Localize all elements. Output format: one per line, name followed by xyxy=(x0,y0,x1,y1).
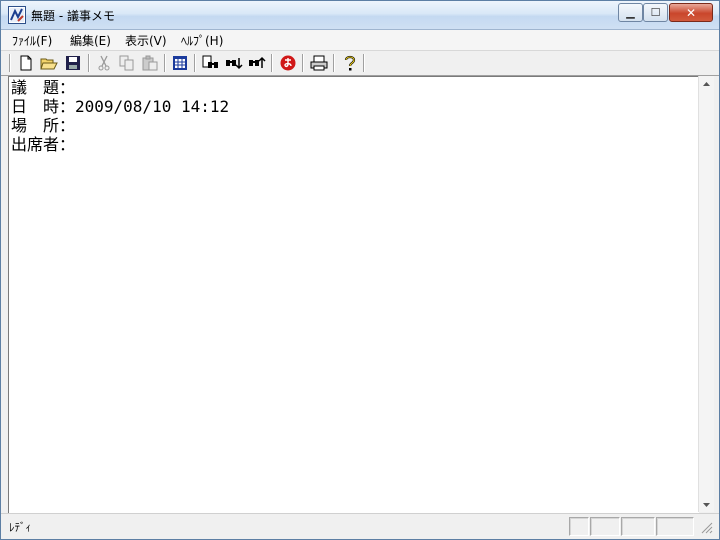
close-icon: ✕ xyxy=(685,5,697,20)
help-icon[interactable] xyxy=(341,54,359,72)
toolbar-separator xyxy=(164,54,166,72)
toolbar-separator xyxy=(302,54,304,72)
resize-grip-icon[interactable] xyxy=(701,522,713,534)
scroll-up-arrow-icon[interactable] xyxy=(699,76,714,91)
toolbar xyxy=(1,51,719,76)
window-title: 無題 - 議事メモ xyxy=(31,9,115,23)
new-file-icon[interactable] xyxy=(17,54,35,72)
editor-line-datetime: 日 時：2009/08/10 14:12 xyxy=(11,97,230,116)
cut-icon[interactable] xyxy=(95,54,113,72)
status-pane xyxy=(590,517,620,536)
status-pane xyxy=(656,517,694,536)
toolbar-separator xyxy=(88,54,90,72)
calendar-icon[interactable] xyxy=(171,54,189,72)
minimize-button[interactable]: ▁ xyxy=(618,3,643,22)
editor-line-place: 場 所： xyxy=(11,116,76,135)
print-icon[interactable] xyxy=(310,54,328,72)
maximize-button[interactable]: ☐ xyxy=(643,3,668,22)
menu-bar: ﾌｧｲﾙ(F) 編集(E) 表示(V) ﾍﾙﾌﾟ(H) xyxy=(1,30,719,51)
minimize-icon: ▁ xyxy=(626,6,635,19)
status-bar: ﾚﾃﾞｨ xyxy=(1,513,719,539)
text-editor[interactable]: 議 題：日 時：2009/08/10 14:12 場 所： 出席者： xyxy=(8,76,699,513)
menu-edit[interactable]: 編集(E) xyxy=(68,32,113,49)
toolbar-separator xyxy=(363,54,365,72)
menu-view[interactable]: 表示(V) xyxy=(123,32,169,49)
status-pane xyxy=(569,517,589,536)
editor-content[interactable]: 議 題：日 時：2009/08/10 14:12 場 所： 出席者： xyxy=(11,78,229,154)
app-window: 無題 - 議事メモ ▁ ☐ ✕ ﾌｧｲﾙ(F) 編集(E) 表示(V) ﾍﾙﾌﾟ… xyxy=(0,0,720,540)
toolbar-separator xyxy=(271,54,273,72)
find-next-icon[interactable] xyxy=(225,54,243,72)
maximize-icon: ☐ xyxy=(650,6,661,19)
open-folder-icon[interactable] xyxy=(40,54,58,72)
close-button[interactable]: ✕ xyxy=(669,3,713,22)
toolbar-separator xyxy=(194,54,196,72)
find-previous-icon[interactable] xyxy=(248,54,266,72)
menu-help[interactable]: ﾍﾙﾌﾟ(H) xyxy=(179,32,225,49)
paste-icon[interactable] xyxy=(141,54,159,72)
editor-line-topic: 議 題： xyxy=(11,78,76,97)
vertical-scrollbar[interactable] xyxy=(698,76,714,512)
ime-icon[interactable] xyxy=(279,54,297,72)
toolbar-separator xyxy=(333,54,335,72)
toolbar-separator xyxy=(9,54,11,72)
title-bar[interactable]: 無題 - 議事メモ ▁ ☐ ✕ xyxy=(1,1,719,30)
find-icon[interactable] xyxy=(202,54,220,72)
editor-line-attendees: 出席者： xyxy=(11,135,76,154)
save-icon[interactable] xyxy=(64,54,82,72)
app-icon[interactable] xyxy=(8,6,26,24)
scroll-down-arrow-icon[interactable] xyxy=(699,497,714,512)
status-text: ﾚﾃﾞｨ xyxy=(9,521,31,534)
menu-file[interactable]: ﾌｧｲﾙ(F) xyxy=(10,32,54,49)
copy-icon[interactable] xyxy=(118,54,136,72)
status-pane xyxy=(621,517,655,536)
